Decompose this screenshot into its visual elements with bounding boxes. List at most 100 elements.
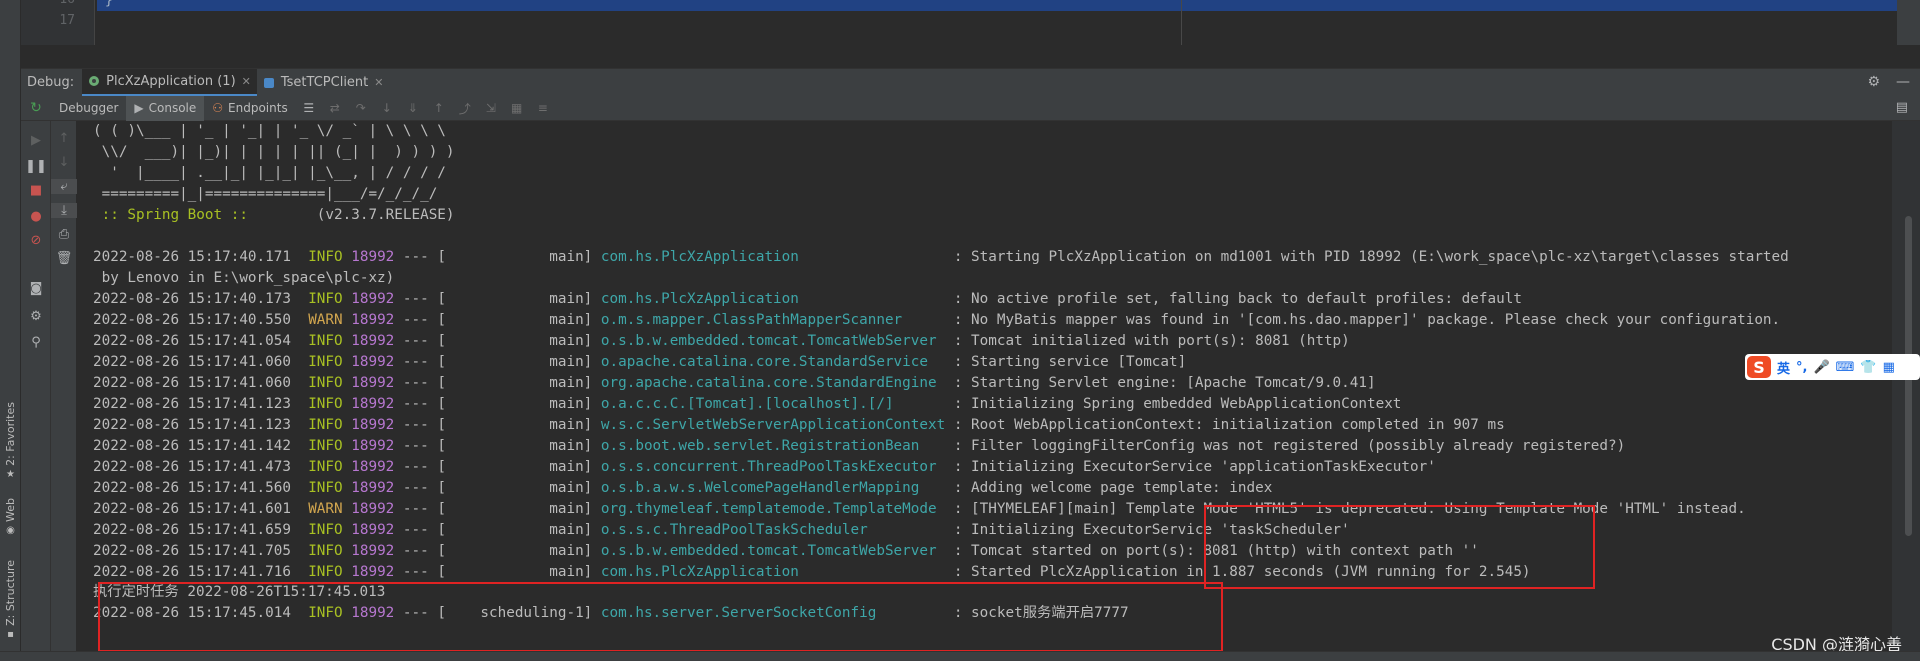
layout-settings-icon[interactable]: ▤ [1896,100,1908,115]
tab-tsettcpclient[interactable]: TsetTCPClient ✕ [257,69,390,97]
log-logger: o.a.c.c.C.[Tomcat].[localhost].[/] [600,396,946,412]
favorites-tab[interactable]: 2: Favorites ★ [1,402,20,480]
line-number: 17 [59,13,75,28]
log-thread: main] [454,480,593,496]
log-pid: 18992 [351,459,395,475]
log-thread: main] [454,543,593,559]
log-message: Starting PlcXzApplication on md1001 with… [971,249,1789,265]
log-message: Starting Servlet engine: [Apache Tomcat/… [971,375,1376,391]
right-margin-guide [1181,0,1182,45]
tab-label: Debugger [59,101,119,115]
console-actions: ↑ ↓ ⤶ ⤓ ⎙ 🗑 [51,121,77,651]
view-breakpoints-icon[interactable]: ● [21,209,51,224]
log-logger: org.thymeleaf.templatemode.TemplateMode [600,501,946,517]
log-level: INFO [308,396,343,412]
scroll-to-end-icon[interactable]: ⤓ [51,203,77,218]
tab-label: Endpoints [228,101,288,115]
step-over-icon[interactable]: ↷ [348,101,374,115]
tab-plcxzapplication[interactable]: PlcXzApplication (1) ✕ [82,68,257,97]
console-scrollbar[interactable] [1892,121,1920,651]
log-timestamp: 2022-08-26 15:17:40.550 [93,312,291,328]
log-logger: o.s.b.w.embedded.tomcat.TomcatWebServer [600,543,946,559]
log-line: 2022-08-26 15:17:41.054 INFO 18992 --- [… [93,333,1350,349]
structure-icon: ▪ [7,628,14,640]
print-icon[interactable]: ⎙ [51,227,77,242]
mute-breakpoints-icon[interactable]: ⊘ [21,233,51,248]
log-level: WARN [308,312,343,328]
log-timestamp: 2022-08-26 15:17:41.060 [93,354,291,370]
log-pid: 18992 [351,375,395,391]
punctuation-toggle[interactable]: °, [1796,360,1807,375]
trace-icon[interactable]: ≡ [530,101,556,115]
soft-wrap-icon[interactable]: ⤶ [51,179,77,194]
log-timestamp: 2022-08-26 15:17:41.716 [93,564,291,580]
banner-line: ' |____| .__|_| |_|_| |_\__, | / / / / [93,165,446,181]
log-timestamp: 2022-08-26 15:17:41.060 [93,375,291,391]
log-level: INFO [308,459,343,475]
mic-icon[interactable]: 🎤 [1813,360,1829,375]
tab-endpoints[interactable]: ⚇ Endpoints [204,96,295,121]
resume-icon[interactable]: ▶ [21,133,51,148]
trash-icon[interactable]: 🗑 [51,251,77,266]
pause-icon[interactable]: ❚❚ [21,159,51,174]
run-to-cursor-icon[interactable]: ⇲ [478,101,504,115]
close-icon[interactable]: ✕ [242,75,251,88]
log-line: 2022-08-26 15:17:40.173 INFO 18992 --- [… [93,291,1522,307]
camera-icon[interactable]: ◙ [21,281,51,296]
log-logger: org.apache.catalina.core.StandardEngine [600,375,946,391]
tab-label: PlcXzApplication (1) [106,73,236,89]
log-timestamp: 2022-08-26 15:17:40.173 [93,291,291,307]
down-arrow-icon[interactable]: ↓ [51,155,77,170]
spring-boot-line: :: Spring Boot :: (v2.3.7.RELEASE) [93,205,455,226]
debug-window-header: Debug: PlcXzApplication (1) ✕ TsetTCPCli… [21,68,1920,97]
log-line: 2022-08-26 15:17:41.473 INFO 18992 --- [… [93,459,1436,475]
show-execution-point-icon[interactable]: ⇄ [322,101,348,115]
pin-icon[interactable]: ⚲ [21,335,51,350]
structure-tab[interactable]: Z: Structure ▪ [1,560,20,640]
keyboard-icon[interactable]: ⌨ [1836,360,1855,375]
log-logger: o.s.b.a.w.s.WelcomePageHandlerMapping [600,480,946,496]
minimize-icon[interactable]: — [1896,74,1910,90]
log-thread: main] [454,375,593,391]
gear-icon[interactable]: ⚙ [1867,74,1880,90]
log-line: 2022-08-26 15:17:41.659 INFO 18992 --- [… [93,522,1350,538]
log-timestamp: 2022-08-26 15:17:41.705 [93,543,291,559]
stop-icon[interactable]: ■ [21,183,51,198]
step-into-icon[interactable]: ↓ [374,101,400,115]
log-continuation: by Lenovo in E:\work_space\plc-xz) [93,270,395,286]
settings-icon[interactable]: ⚙ [21,309,51,324]
debug-controls: ▶ ❚❚ ■ ● ⊘ ◙ ⚙ ⚲ [21,121,51,651]
log-pid: 18992 [351,501,395,517]
log-timestamp: 2022-08-26 15:17:41.054 [93,333,291,349]
grid-icon[interactable]: ▦ [1883,360,1895,375]
code-editor[interactable]: 16 17 } [21,0,1920,45]
editor-scrollbar[interactable] [1897,0,1920,45]
tab-debugger[interactable]: Debugger [51,96,126,121]
skin-icon[interactable]: 👕 [1860,360,1876,375]
log-level: INFO [308,291,343,307]
log-level: INFO [308,543,343,559]
spring-boot-label: :: Spring Boot :: [93,207,248,223]
log-logger: w.s.c.ServletWebServerApplicationContext [600,417,946,433]
log-line: 2022-08-26 15:17:41.123 INFO 18992 --- [… [93,396,1402,412]
force-step-into-icon[interactable]: ⇓ [400,101,426,115]
left-tool-strip: 2: Favorites ★ Web ◉ Z: Structure ▪ [0,0,21,661]
menu-icon[interactable]: ☰ [296,101,322,115]
up-arrow-icon[interactable]: ↑ [51,131,77,146]
log-pid: 18992 [351,312,395,328]
log-timestamp: 2022-08-26 15:17:41.601 [93,501,291,517]
console-output[interactable]: ( ( )\___ | '_ | '_| | '_ \/ _` | \ \ \ … [78,121,1892,651]
log-pid: 18992 [351,564,395,580]
evaluate-expression-icon[interactable]: ▦ [504,101,530,115]
input-mode-toggle[interactable]: 英 [1777,358,1790,377]
tab-console[interactable]: ▶ Console [126,95,205,121]
web-tab[interactable]: Web ◉ [1,498,20,536]
log-timestamp: 2022-08-26 15:17:41.142 [93,438,291,454]
step-out-icon[interactable]: ↑ [426,101,452,115]
close-icon[interactable]: ✕ [374,76,383,89]
log-pid: 18992 [351,291,395,307]
ime-toolbar[interactable]: S 英 °, 🎤 ⌨ 👕 ▦ [1745,354,1920,380]
rerun-icon[interactable]: ↻ [21,96,51,121]
log-logger: com.hs.PlcXzApplication [600,249,946,265]
drop-frame-icon[interactable]: ⤴ [452,100,478,117]
